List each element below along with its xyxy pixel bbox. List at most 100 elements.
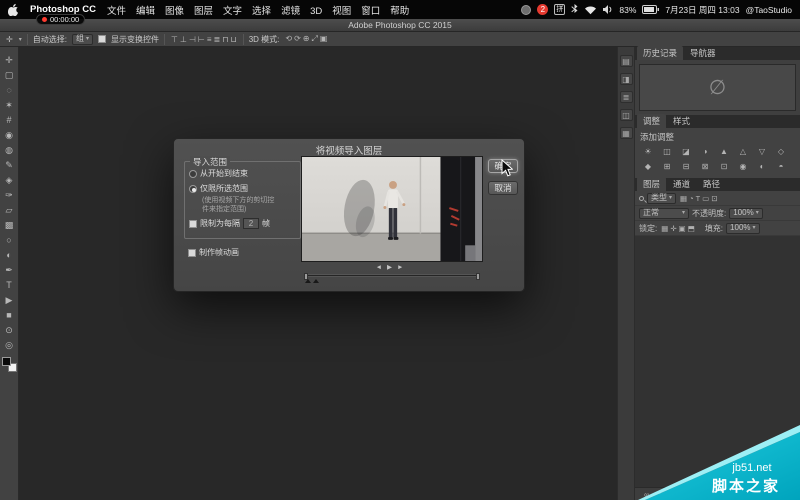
menubar-item[interactable]: 窗口 (356, 6, 385, 17)
shape-tool[interactable]: ■ (0, 308, 19, 323)
align-icon[interactable]: ⊥ (179, 35, 188, 44)
collapsed-panel-icon[interactable]: ≣ (620, 91, 633, 103)
color-swatches[interactable] (2, 357, 17, 372)
menubar-item[interactable]: 选择 (247, 6, 276, 17)
crop-tool[interactable]: # (0, 113, 19, 128)
adjustment-icon[interactable]: ⊟ (677, 160, 695, 173)
history-brush-tool[interactable]: ✑ (0, 188, 19, 203)
opacity-dropdown[interactable]: 100% ▾ (729, 208, 762, 219)
transport-icon[interactable]: ► (397, 264, 408, 271)
make-frame-animation-checkbox[interactable] (188, 249, 196, 257)
menubar-item[interactable]: 编辑 (131, 6, 160, 17)
layers-tab[interactable]: 通道 (667, 177, 696, 191)
type-tool[interactable]: T (0, 278, 19, 293)
trim-slider[interactable] (304, 274, 480, 277)
battery-icon[interactable] (642, 5, 659, 14)
bluetooth-icon[interactable] (571, 4, 578, 15)
foreground-color-swatch[interactable] (2, 357, 11, 366)
blur-tool[interactable]: ○ (0, 233, 19, 248)
3d-mode-icon[interactable]: ⟳ (293, 34, 302, 43)
move-tool[interactable]: ✛ (0, 53, 19, 68)
wifi-icon[interactable] (584, 5, 597, 15)
cancel-button[interactable]: 取消 (488, 181, 518, 195)
blend-mode-dropdown[interactable]: 正常 ▾ (639, 208, 689, 219)
marquee-tool[interactable]: ▢ (0, 68, 19, 83)
menubar-item[interactable]: 文字 (218, 6, 247, 17)
tab-adjustments[interactable]: 调整 (637, 114, 666, 128)
volume-icon[interactable] (603, 5, 613, 14)
lock-icon[interactable]: ⬒ (687, 224, 696, 233)
show-transform-checkbox[interactable] (98, 35, 106, 43)
filter-icon[interactable]: ▭ (701, 194, 710, 203)
collapsed-panel-icon[interactable]: ◨ (620, 73, 633, 85)
screen-recorder-timer[interactable]: 00:00:00 (36, 14, 85, 25)
lock-icon[interactable]: ▣ (678, 224, 687, 233)
3d-mode-icon[interactable]: ▣ (319, 34, 329, 43)
menubar-item[interactable]: 滤镜 (276, 6, 305, 17)
pen-tool[interactable]: ✒ (0, 263, 19, 278)
3d-mode-icon[interactable]: ⤢ (311, 34, 319, 43)
input-method-icon[interactable]: 拼 (554, 4, 565, 15)
clone-stamp-tool[interactable]: ◈ (0, 173, 19, 188)
hand-tool[interactable]: ⊙ (0, 323, 19, 338)
work-area-end-icon[interactable] (313, 279, 319, 283)
adjustment-icon[interactable]: ◇ (772, 145, 790, 158)
adjustment-icon[interactable]: ◪ (677, 145, 695, 158)
menubar-account[interactable]: @TaoStudio (746, 5, 792, 15)
adjustment-icon[interactable]: ⊠ (696, 160, 714, 173)
tab-history[interactable]: 历史记录 (637, 46, 683, 60)
radio-selected-range-only[interactable] (189, 185, 197, 193)
menubar-item[interactable]: 图层 (189, 6, 218, 17)
3d-mode-icon[interactable]: ⟲ (284, 34, 293, 43)
menubar-item[interactable]: 帮助 (385, 6, 414, 17)
gradient-tool[interactable]: ▩ (0, 218, 19, 233)
tool-preset-caret-icon[interactable]: ▾ (19, 36, 22, 43)
radio-row-full[interactable]: 从开始到结束 (185, 166, 300, 181)
quick-select-tool[interactable]: ✶ (0, 98, 19, 113)
layers-tab[interactable]: 路径 (697, 177, 726, 191)
brush-tool[interactable]: ✎ (0, 158, 19, 173)
filter-icon[interactable]: ◔ (688, 194, 695, 203)
adjustment-icon[interactable]: ▲ (715, 145, 733, 158)
lock-icon[interactable]: ▦ (660, 224, 669, 233)
menubar-item[interactable]: 文件 (102, 6, 131, 17)
dodge-tool[interactable]: ◐ (0, 248, 19, 263)
healing-brush-tool[interactable]: ◍ (0, 143, 19, 158)
limit-frames-checkbox[interactable] (189, 220, 197, 228)
status-app-icon[interactable] (521, 5, 531, 15)
menubar-item[interactable]: 视图 (327, 6, 356, 17)
tab-navigator[interactable]: 导航器 (684, 46, 722, 60)
collapsed-panel-icon[interactable]: ▦ (620, 127, 633, 139)
adjustment-icon[interactable]: ▽ (753, 145, 771, 158)
work-area-start-icon[interactable] (305, 279, 311, 283)
collapsed-panel-icon[interactable]: ▤ (620, 55, 633, 67)
app-titlebar[interactable]: Adobe Photoshop CC 2015 (0, 19, 800, 32)
lasso-tool[interactable]: ◌ (0, 83, 19, 98)
align-icon[interactable]: ⊔ (229, 35, 237, 44)
transport-icon[interactable]: ▶ (387, 264, 397, 271)
menubar-item[interactable]: 3D (305, 6, 327, 17)
transport-icon[interactable]: ◄ (376, 264, 387, 271)
adjustment-icon[interactable]: ◆ (639, 160, 657, 173)
zoom-tool[interactable]: ◎ (0, 338, 19, 353)
adjustment-icon[interactable]: ⊞ (658, 160, 676, 173)
radio-row-range[interactable]: 仅限所选范围 (185, 181, 300, 196)
menubar-clock[interactable]: 7月23日 周四 13:03 (665, 4, 739, 16)
menubar-item[interactable]: 图像 (160, 6, 189, 17)
adjustment-icon[interactable]: ◑ (696, 145, 714, 158)
fill-dropdown[interactable]: 100% ▾ (726, 223, 759, 234)
current-tool-icon[interactable]: ✛ (5, 35, 14, 44)
trim-end-handle[interactable] (476, 273, 480, 280)
align-icon[interactable]: ⊢ (197, 35, 206, 44)
3d-mode-icon[interactable]: ⊕ (302, 34, 311, 43)
tab-styles[interactable]: 样式 (667, 114, 696, 128)
adjustment-icon[interactable]: ☀ (639, 145, 657, 158)
adjustment-icon[interactable]: ◉ (734, 160, 752, 173)
align-icon[interactable]: ⊣ (188, 35, 197, 44)
limit-frames-input[interactable]: 2 (243, 218, 259, 229)
adjustment-icon[interactable]: ◓ (772, 160, 790, 173)
lock-icon[interactable]: ✛ (669, 224, 677, 233)
notification-badge[interactable]: 2 (537, 4, 548, 15)
apple-menu-icon[interactable] (8, 3, 20, 16)
eraser-tool[interactable]: ▱ (0, 203, 19, 218)
